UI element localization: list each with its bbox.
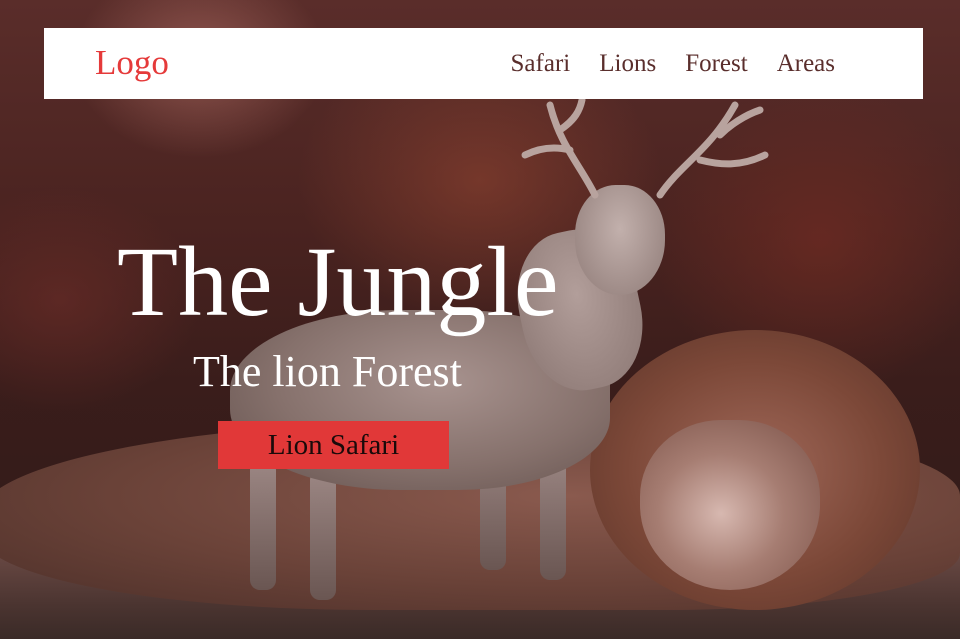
nav-item-forest[interactable]: Forest	[685, 48, 748, 80]
hero-subtitle: The lion Forest	[193, 347, 462, 396]
nav-item-lions[interactable]: Lions	[599, 48, 656, 80]
deer-antlers	[521, 96, 769, 199]
nav-item-safari[interactable]: Safari	[511, 48, 571, 80]
deer-leg	[310, 470, 336, 600]
deer-leg	[250, 460, 276, 590]
hero-section: Logo Safari Lions Forest Areas The Jungl…	[0, 0, 960, 639]
nav-item-areas[interactable]: Areas	[777, 48, 835, 80]
lion-face	[640, 420, 820, 590]
nav-links: Safari Lions Forest Areas	[511, 48, 835, 80]
lion-safari-button[interactable]: Lion Safari	[218, 421, 449, 469]
navbar: Logo Safari Lions Forest Areas	[44, 28, 923, 99]
hero-title: The Jungle	[117, 226, 559, 337]
logo[interactable]: Logo	[95, 42, 169, 84]
